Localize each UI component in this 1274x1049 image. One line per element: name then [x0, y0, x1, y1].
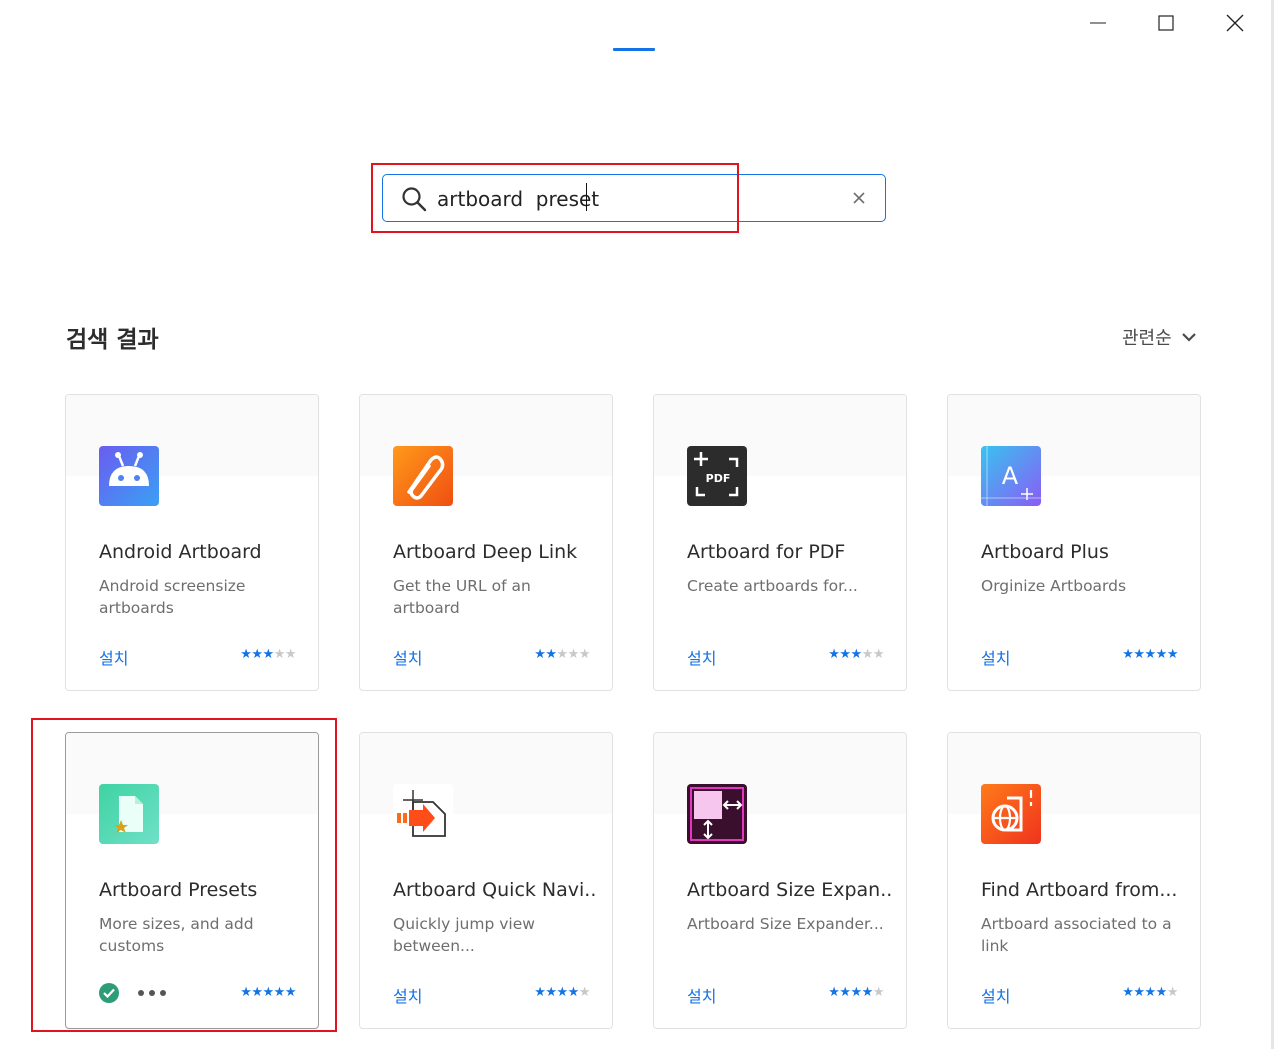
more-options-button[interactable] [138, 983, 166, 1003]
plugin-name: Find Artboard from... [981, 879, 1178, 901]
rating-stars: ★★★★★ [534, 647, 590, 662]
plugin-card-find-artboard[interactable]: Find Artboard from... Artboard associate… [947, 732, 1201, 1029]
install-button[interactable]: 설치 [981, 645, 1010, 669]
plugin-name: Artboard Presets [99, 879, 258, 901]
rating-stars: ★★★★★ [534, 985, 590, 1000]
pdf-frame-icon: PDF [687, 446, 747, 506]
clear-search-button[interactable] [849, 188, 869, 208]
plugin-card-artboard-quick-navi[interactable]: Artboard Quick Navi... Quickly jump view… [359, 732, 613, 1029]
install-button[interactable]: 설치 [687, 983, 716, 1007]
chevron-down-icon [1181, 333, 1196, 342]
rating-stars: ★★★★★ [828, 985, 884, 1000]
quick-navigate-icon [393, 784, 453, 844]
plugin-card-artboard-deep-link[interactable]: Artboard Deep Link Get the URL of an art… [359, 394, 613, 691]
android-icon [99, 446, 159, 506]
rating-stars: ★★★★★ [240, 985, 296, 1000]
plugin-name: Artboard for PDF [687, 541, 846, 563]
maximize-icon [1158, 15, 1174, 31]
svg-text:PDF: PDF [706, 472, 731, 485]
plugin-description: Quickly jump view between... [393, 915, 535, 955]
plugin-name: Android Artboard [99, 541, 262, 563]
plugin-description: Create artboards for... [687, 577, 858, 595]
rating-stars: ★★★★★ [1122, 985, 1178, 1000]
install-button[interactable]: 설치 [393, 983, 422, 1007]
loading-indicator [613, 48, 655, 51]
install-button[interactable]: 설치 [687, 645, 716, 669]
plugin-description: Get the URL of an artboard [393, 577, 531, 617]
maximize-button[interactable] [1132, 0, 1200, 46]
results-heading: 검색 결과 [66, 327, 159, 353]
rating-stars: ★★★★★ [828, 647, 884, 662]
close-icon [1226, 14, 1244, 32]
install-button[interactable]: 설치 [99, 645, 128, 669]
plugin-name: Artboard Quick Navi... [393, 879, 598, 901]
install-button[interactable]: 설치 [393, 645, 422, 669]
paperclip-icon [393, 446, 453, 506]
plugin-card-android-artboard[interactable]: Android Artboard Android screensize artb… [65, 394, 319, 691]
rating-stars: ★★★★★ [240, 647, 296, 662]
find-link-icon [981, 784, 1041, 844]
search-icon [402, 187, 427, 212]
minimize-button[interactable] [1064, 0, 1132, 46]
size-expand-icon [687, 784, 747, 844]
plugin-card-artboard-plus[interactable]: A Artboard Plus Orginize Artboards 설치 ★★… [947, 394, 1201, 691]
minimize-icon [1090, 22, 1106, 24]
plugin-description: Orginize Artboards [981, 577, 1127, 595]
plugin-card-artboard-size-expander[interactable]: Artboard Size Expan... Artboard Size Exp… [653, 732, 907, 1029]
sort-label: 관련순 [1122, 328, 1172, 349]
plugin-name: Artboard Deep Link [393, 541, 578, 563]
installed-check-icon [99, 983, 119, 1003]
document-star-icon [99, 784, 159, 844]
plugin-description: More sizes, and add customs [99, 915, 254, 955]
artboard-plus-icon: A [981, 446, 1041, 506]
rating-stars: ★★★★★ [1122, 647, 1178, 662]
plugin-description: Android screensize artboards [99, 577, 246, 617]
plugin-card-artboard-presets[interactable]: Artboard Presets More sizes, and add cus… [65, 732, 319, 1029]
plugin-name: Artboard Plus [981, 541, 1109, 563]
plugin-description: Artboard associated to a link [981, 915, 1172, 955]
clear-icon [853, 192, 865, 204]
svg-text:A: A [1002, 462, 1019, 490]
plugin-description: Artboard Size Expander... [687, 915, 884, 933]
text-caret [586, 183, 587, 211]
sort-dropdown[interactable]: 관련순 [1122, 324, 1196, 350]
close-button[interactable] [1201, 0, 1269, 46]
search-box[interactable] [382, 174, 886, 222]
plugin-card-artboard-for-pdf[interactable]: PDF Artboard for PDF Create artboards fo… [653, 394, 907, 691]
install-button[interactable]: 설치 [981, 983, 1010, 1007]
search-input[interactable] [437, 184, 847, 214]
plugin-name: Artboard Size Expan... [687, 879, 892, 901]
